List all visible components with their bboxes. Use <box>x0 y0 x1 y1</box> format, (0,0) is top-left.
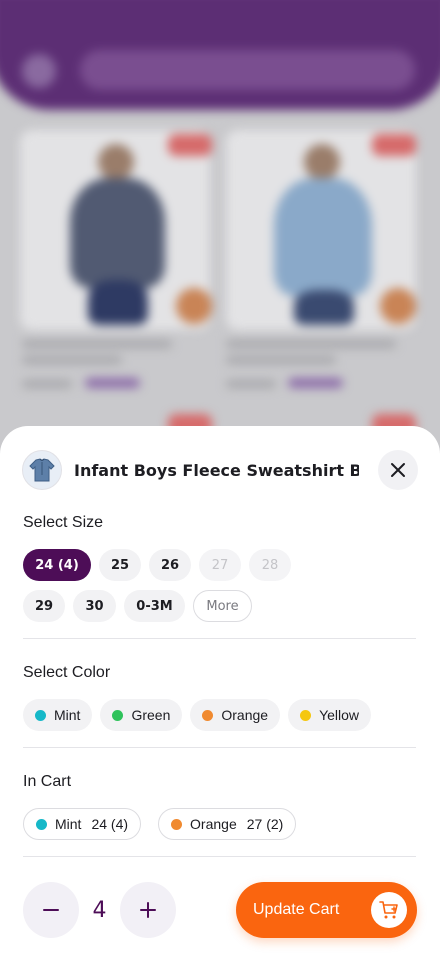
size-option-28[interactable]: 28 <box>249 549 291 581</box>
close-icon <box>391 463 405 477</box>
cart-item-size: 27 (2) <box>246 816 284 832</box>
size-options-row-1: 24 (4) 25 26 27 28 <box>23 549 291 581</box>
color-option-green[interactable]: Green <box>100 699 183 731</box>
select-size-label: Select Size <box>23 514 104 531</box>
cart-item-color: Orange <box>190 816 237 832</box>
color-option-orange[interactable]: Orange <box>190 699 281 731</box>
color-option-label: Green <box>131 707 171 723</box>
update-cart-button[interactable]: Update Cart <box>236 882 417 938</box>
cart-icon-badge <box>371 892 407 928</box>
cart-item-size: 24 (4) <box>91 816 129 832</box>
decrement-button[interactable] <box>23 882 79 938</box>
close-button[interactable] <box>378 450 418 490</box>
mint-color-dot <box>35 709 46 721</box>
size-options-row-2: 29 30 0-3M More <box>23 590 252 622</box>
cart-item-mint[interactable]: Mint 24 (4) <box>23 808 142 840</box>
size-option-24[interactable]: 24 (4) <box>23 549 91 581</box>
green-color-dot <box>112 709 124 721</box>
color-option-mint[interactable]: Mint <box>23 699 93 731</box>
plus-icon <box>140 902 156 918</box>
divider <box>23 856 416 857</box>
mint-color-dot <box>36 818 47 830</box>
select-color-label: Select Color <box>23 664 111 681</box>
in-cart-label: In Cart <box>23 773 72 790</box>
cart-add-icon <box>379 901 398 919</box>
minus-icon <box>43 909 59 911</box>
quantity-value: 4 <box>92 897 107 923</box>
yellow-color-dot <box>300 709 312 721</box>
cart-item-orange[interactable]: Orange 27 (2) <box>158 808 297 840</box>
bg-search-bar <box>80 50 415 90</box>
color-options-row: Mint Green Orange Yellow <box>23 699 372 731</box>
color-option-yellow[interactable]: Yellow <box>288 699 372 731</box>
sweatshirt-icon <box>29 458 55 482</box>
orange-color-dot <box>171 818 183 830</box>
orange-color-dot <box>202 709 214 721</box>
color-option-label: Mint <box>54 707 81 723</box>
size-option-25[interactable]: 25 <box>99 549 141 581</box>
divider <box>23 638 416 639</box>
cart-item-color: Mint <box>55 816 82 832</box>
color-option-label: Yellow <box>319 707 360 723</box>
size-option-0-3m[interactable]: 0-3M <box>124 590 185 622</box>
divider <box>23 747 416 748</box>
update-cart-label: Update Cart <box>253 901 340 918</box>
variant-bottom-sheet: Infant Boys Fleece Sweatshirt Boy .. Sel… <box>0 426 440 956</box>
color-option-label: Orange <box>221 707 269 723</box>
sheet-header: Infant Boys Fleece Sweatshirt Boy .. <box>22 450 418 490</box>
size-option-26[interactable]: 26 <box>149 549 191 581</box>
more-sizes-button[interactable]: More <box>193 590 252 622</box>
product-title: Infant Boys Fleece Sweatshirt Boy .. <box>74 460 359 480</box>
product-thumbnail <box>22 450 62 490</box>
increment-button[interactable] <box>120 882 176 938</box>
size-option-30[interactable]: 30 <box>73 590 116 622</box>
bg-avatar-icon <box>22 54 56 88</box>
in-cart-items-row: Mint 24 (4) Orange 27 (2) <box>23 808 297 840</box>
size-option-27[interactable]: 27 <box>199 549 241 581</box>
size-option-29[interactable]: 29 <box>23 590 65 622</box>
quantity-stepper: 4 <box>23 882 176 938</box>
